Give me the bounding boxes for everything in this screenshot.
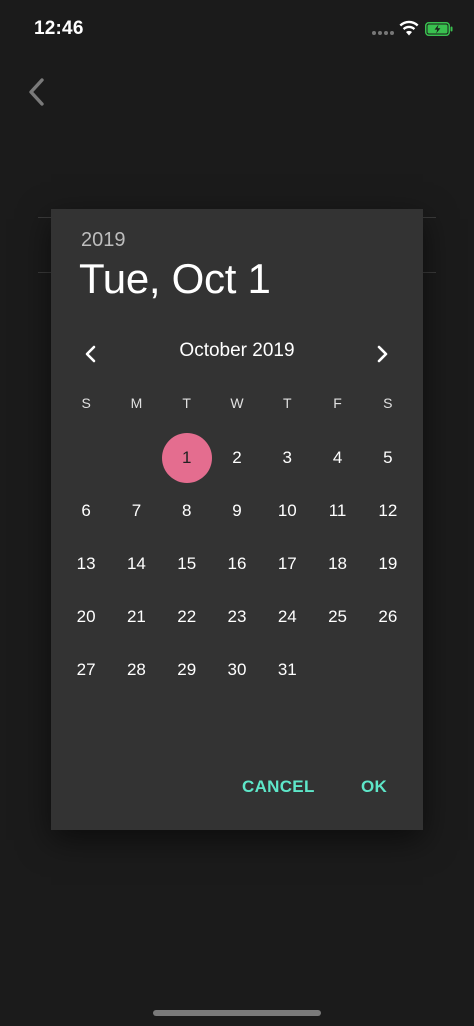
day-number: 10	[277, 500, 297, 520]
calendar-day[interactable]: 28	[111, 643, 161, 696]
calendar-day[interactable]: 9	[212, 484, 262, 537]
calendar-day[interactable]: 2	[212, 431, 262, 484]
dialog-actions: CANCEL OK	[51, 777, 423, 803]
day-number: 3	[282, 447, 293, 467]
calendar-day[interactable]: 10	[262, 484, 312, 537]
weekday-label: W	[230, 395, 244, 411]
calendar-day[interactable]: 3	[262, 431, 312, 484]
day-number: 5	[383, 447, 393, 467]
day-number: 1	[181, 447, 192, 467]
day-number: 17	[277, 553, 297, 573]
year-label[interactable]: 2019	[81, 229, 126, 252]
day-number: 11	[328, 500, 347, 520]
status-time: 12:46	[34, 18, 84, 39]
day-number: 31	[277, 659, 297, 679]
day-number: 16	[227, 553, 247, 573]
calendar-day[interactable]: 15	[162, 537, 212, 590]
calendar-day[interactable]: 8	[162, 484, 212, 537]
weekday-label: T	[283, 395, 292, 411]
weekday-label: S	[383, 395, 393, 411]
day-number: 4	[332, 447, 343, 467]
calendar-day[interactable]: 26	[363, 590, 413, 643]
day-number: 13	[76, 553, 96, 573]
day-number: 21	[126, 606, 146, 626]
day-number: 18	[328, 553, 348, 573]
day-number: 6	[81, 500, 91, 520]
calendar-day[interactable]: 23	[212, 590, 262, 643]
day-number: 12	[378, 500, 398, 520]
day-number: 26	[378, 606, 398, 626]
calendar-day[interactable]: 19	[363, 537, 413, 590]
calendar-day-selected[interactable]: 1	[162, 431, 212, 484]
calendar-day[interactable]: 14	[111, 537, 161, 590]
calendar-day[interactable]: 30	[212, 643, 262, 696]
calendar-day[interactable]: 12	[363, 484, 413, 537]
calendar-day[interactable]: 11	[312, 484, 362, 537]
status-bar: 12:46	[0, 0, 474, 58]
calendar-day[interactable]: 27	[61, 643, 111, 696]
ok-button[interactable]: OK	[361, 777, 387, 797]
calendar-day[interactable]: 17	[262, 537, 312, 590]
chevron-right-icon	[377, 345, 388, 363]
day-number: 20	[76, 606, 96, 626]
day-number: 25	[328, 606, 348, 626]
day-number: 23	[227, 606, 247, 626]
selected-date-header: Tue, Oct 1	[79, 255, 271, 302]
calendar-day[interactable]: 7	[111, 484, 161, 537]
day-number: 27	[76, 659, 96, 679]
month-label: October 2019	[179, 340, 295, 361]
calendar-day[interactable]: 21	[111, 590, 161, 643]
back-button[interactable]	[22, 76, 50, 108]
home-indicator[interactable]	[153, 1010, 321, 1016]
calendar-day[interactable]: 22	[162, 590, 212, 643]
calendar-grid: 1 2 3 4 5 6 7 8 9 10 11 12 13 14 15 16 1…	[61, 431, 413, 696]
battery-charging-icon	[425, 22, 453, 36]
day-number: 29	[177, 659, 197, 679]
date-picker-dialog: 2019 Tue, Oct 1 October 2019 S M T W T F…	[51, 209, 423, 830]
calendar-day[interactable]: 5	[363, 431, 413, 484]
day-number: 28	[126, 659, 146, 679]
day-number: 19	[378, 553, 398, 573]
calendar-day[interactable]: 4	[312, 431, 362, 484]
cellular-signal-icon	[372, 31, 394, 35]
weekday-label: S	[81, 395, 91, 411]
calendar-day[interactable]: 18	[312, 537, 362, 590]
day-number: 30	[227, 659, 247, 679]
calendar-day[interactable]: 31	[262, 643, 312, 696]
chevron-left-icon	[29, 78, 44, 106]
calendar-day[interactable]: 20	[61, 590, 111, 643]
day-number: 24	[277, 606, 297, 626]
calendar-day[interactable]: 25	[312, 590, 362, 643]
day-number: 15	[177, 553, 197, 573]
weekday-header: S M T W T F S	[61, 395, 413, 411]
calendar-day[interactable]: 6	[61, 484, 111, 537]
day-number: 2	[232, 447, 242, 467]
next-month-button[interactable]	[370, 342, 394, 366]
day-number: 22	[177, 606, 197, 626]
calendar-day[interactable]: 13	[61, 537, 111, 590]
weekday-label: F	[333, 395, 342, 411]
calendar-day[interactable]: 29	[162, 643, 212, 696]
wifi-icon	[399, 20, 419, 36]
calendar-day[interactable]: 24	[262, 590, 312, 643]
day-number: 9	[232, 500, 242, 520]
weekday-label: M	[130, 395, 143, 411]
day-number: 7	[131, 500, 142, 520]
cancel-button[interactable]: CANCEL	[242, 777, 315, 797]
day-number: 8	[181, 500, 192, 520]
calendar-day[interactable]: 16	[212, 537, 262, 590]
weekday-label: T	[182, 395, 191, 411]
day-number: 14	[126, 553, 146, 573]
